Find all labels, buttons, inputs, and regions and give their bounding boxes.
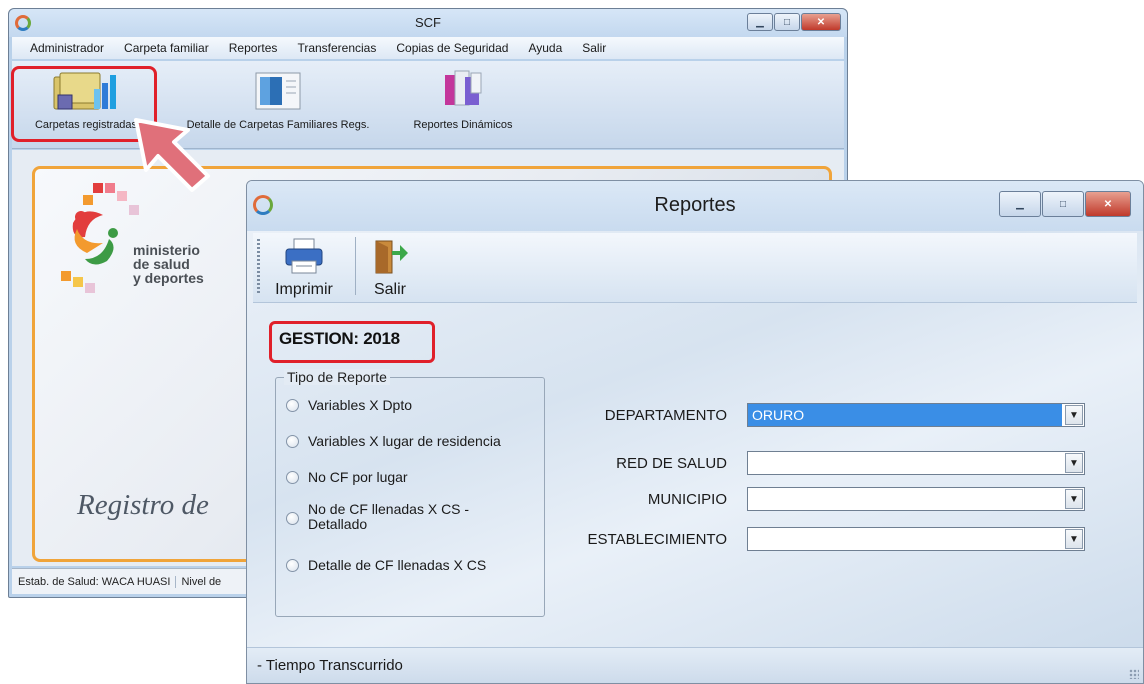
menu-administrador[interactable]: Administrador	[30, 41, 104, 55]
radio-button-icon[interactable]	[286, 399, 299, 412]
ministerio-logo-text: ministerio de salud y deportes	[133, 242, 204, 286]
menu-transferencias[interactable]: Transferencias	[297, 41, 376, 55]
reportes-toolbar: Imprimir Salir	[253, 233, 1137, 303]
chevron-down-icon[interactable]: ▼	[1065, 405, 1083, 425]
resize-grip-icon[interactable]	[1129, 669, 1139, 679]
municipio-label: MUNICIPIO	[647, 491, 727, 508]
dynamic-reports-icon	[445, 70, 482, 106]
red-salud-combo[interactable]: ▼	[747, 451, 1085, 475]
municipio-combo[interactable]: ▼	[747, 487, 1085, 511]
pointer-arrow-icon	[134, 118, 210, 192]
registro-heading: Registro de	[77, 489, 209, 521]
menu-ayuda[interactable]: Ayuda	[528, 41, 562, 55]
radio-button-icon[interactable]	[286, 559, 299, 572]
close-icon[interactable]: ✕	[1085, 191, 1131, 217]
close-icon[interactable]: ✕	[801, 13, 841, 31]
exit-door-icon	[375, 240, 408, 274]
tiempo-transcurrido-label: - Tiempo Transcurrido	[257, 657, 403, 674]
gestion-label: GESTION: 2018	[279, 329, 400, 348]
tipo-reporte-legend: Tipo de Reporte	[284, 369, 390, 385]
minimize-icon[interactable]: ▁	[999, 191, 1041, 217]
reportes-dinamicos-button[interactable]: Reportes Dinámicos	[398, 69, 528, 131]
maximize-icon[interactable]: □	[774, 13, 800, 31]
chevron-down-icon[interactable]: ▼	[1065, 453, 1083, 473]
menu-copias-seguridad[interactable]: Copias de Seguridad	[396, 41, 508, 55]
scf-titlebar[interactable]: SCF ▁ □ ✕	[9, 9, 847, 37]
status-estab: Estab. de Salud: WACA HUASI	[18, 575, 177, 588]
chevron-down-icon[interactable]: ▼	[1065, 529, 1083, 549]
document-detail-icon	[255, 72, 301, 110]
departamento-label: DEPARTAMENTO	[604, 407, 727, 424]
menu-reportes[interactable]: Reportes	[229, 41, 278, 55]
radio-button-icon[interactable]	[286, 512, 299, 525]
red-salud-value	[748, 452, 1062, 474]
printer-icon	[285, 238, 323, 274]
radio-variables-residencia[interactable]: Variables X lugar de residencia	[286, 434, 501, 449]
chevron-down-icon[interactable]: ▼	[1065, 489, 1083, 509]
establecimiento-combo[interactable]: ▼	[747, 527, 1085, 551]
maximize-icon[interactable]: □	[1042, 191, 1084, 217]
radio-no-cf-llenadas-detallado[interactable]: No de CF llenadas X CS - Detallado	[286, 502, 469, 532]
minimize-icon[interactable]: ▁	[747, 13, 773, 31]
establecimiento-label: ESTABLECIMIENTO	[587, 531, 727, 548]
municipio-value	[748, 488, 1062, 510]
tiempo-transcurrido-bar[interactable]: - Tiempo Transcurrido	[247, 647, 1143, 683]
salir-button[interactable]: Salir	[363, 237, 417, 299]
scf-menubar: Administrador Carpeta familiar Reportes …	[12, 37, 844, 59]
status-nivel: Nivel de	[181, 575, 222, 588]
radio-no-cf-lugar[interactable]: No CF por lugar	[286, 470, 408, 485]
reportes-dialog: Reportes ▁ □ ✕ Imprimir Salir GESTION: 2…	[246, 180, 1144, 684]
establecimiento-value	[748, 528, 1062, 550]
menu-salir[interactable]: Salir	[582, 41, 606, 55]
tipo-reporte-group: Tipo de Reporte Variables X Dpto Variabl…	[275, 369, 545, 617]
toolbar-grip-icon[interactable]	[257, 239, 260, 295]
reportes-titlebar[interactable]: Reportes ▁ □ ✕	[247, 181, 1143, 231]
radio-detalle-cf-llenadas[interactable]: Detalle de CF llenadas X CS	[286, 558, 486, 573]
departamento-combo[interactable]: ORURO ▼	[747, 403, 1085, 427]
radio-button-icon[interactable]	[286, 471, 299, 484]
salir-label: Salir	[373, 281, 406, 298]
radio-variables-dpto[interactable]: Variables X Dpto	[286, 398, 412, 413]
radio-button-icon[interactable]	[286, 435, 299, 448]
imprimir-button[interactable]: Imprimir	[267, 237, 341, 299]
toolbar-separator	[355, 237, 356, 295]
imprimir-label: Imprimir	[275, 281, 333, 298]
menu-carpeta-familiar[interactable]: Carpeta familiar	[124, 41, 209, 55]
reportes-dinamicos-label: Reportes Dinámicos	[413, 119, 513, 131]
scf-window-title: SCF	[415, 15, 441, 30]
departamento-value: ORURO	[748, 404, 1062, 426]
red-salud-label: RED DE SALUD	[616, 455, 727, 472]
